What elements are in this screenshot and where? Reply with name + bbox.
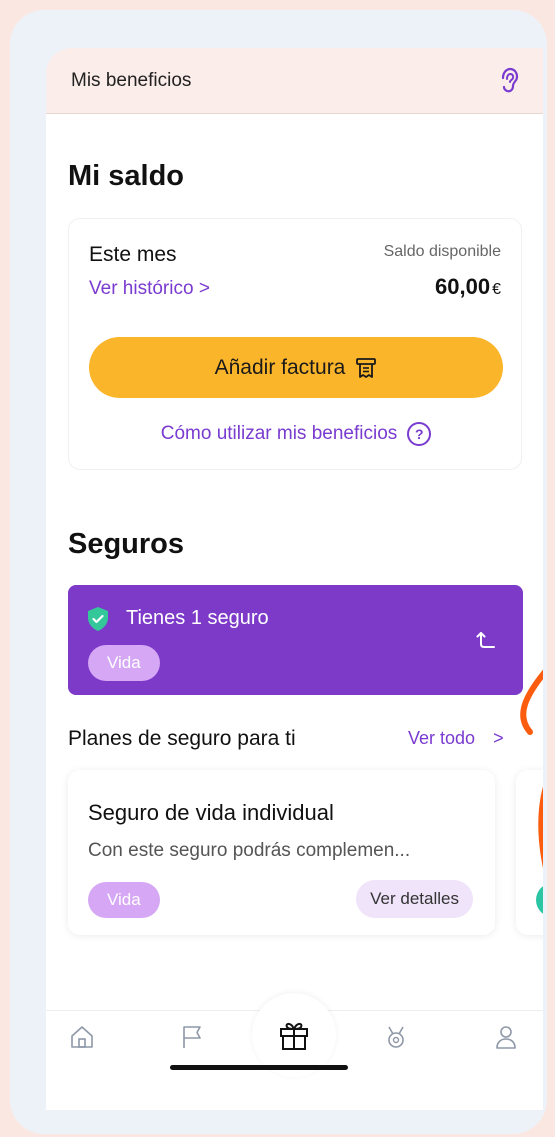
insurance-tag: Vida (88, 645, 160, 681)
how-to-use-label: Cómo utilizar mis beneficios (160, 423, 398, 444)
see-all-label: Ver todo (408, 728, 476, 748)
home-indicator (170, 1065, 348, 1070)
ear-icon[interactable] (497, 67, 521, 95)
flag-icon[interactable] (178, 1023, 206, 1051)
plan-title: Seguro de vida individual (88, 800, 334, 825)
balance-amount: 60,00 (435, 274, 491, 299)
balance-section-title: Mi saldo (68, 160, 185, 192)
gift-icon (280, 1022, 308, 1050)
available-balance-value: 60,00 € (435, 274, 501, 300)
corner-arrow-icon (476, 632, 495, 648)
bottom-tab-bar (46, 993, 543, 1110)
plans-title: Planes de seguro para ti (68, 727, 296, 750)
active-insurance-card[interactable]: Tienes 1 seguro Vida (68, 585, 523, 695)
balance-card: Este mes Ver histórico > Saldo disponibl… (68, 218, 522, 470)
see-all-plans-link[interactable]: Ver todo > (408, 728, 504, 749)
plan-tag: Vida (88, 882, 160, 918)
page-title: Mis beneficios (71, 69, 192, 91)
how-to-use-benefits-link[interactable]: Cómo utilizar mis beneficios ? (69, 422, 523, 446)
add-invoice-button[interactable]: Añadir factura (89, 337, 503, 398)
top-bar: Mis beneficios (46, 48, 543, 114)
insurance-section-title: Seguros (68, 528, 185, 560)
active-insurance-text: Tienes 1 seguro (126, 607, 269, 629)
history-link[interactable]: Ver histórico > (89, 278, 210, 300)
trophy-icon[interactable] (382, 1023, 410, 1051)
help-icon: ? (407, 422, 432, 446)
app-screen: Mis beneficios Mi saldo Este mes Ver his… (46, 48, 543, 1110)
plan-card[interactable]: Seguro de vida individual Con este segur… (68, 770, 495, 935)
view-details-button[interactable]: Ver detalles (356, 880, 473, 918)
home-icon[interactable] (68, 1023, 96, 1051)
swipe-hint-arrow-icon (520, 669, 543, 868)
chevron-right-icon: > (493, 728, 504, 748)
balance-currency: € (492, 281, 501, 298)
add-invoice-label: Añadir factura (214, 355, 346, 379)
available-balance-label: Saldo disponible (383, 243, 501, 260)
shield-check-icon (88, 607, 108, 631)
device-frame: Mis beneficios Mi saldo Este mes Ver his… (10, 10, 547, 1134)
period-label: Este mes (89, 243, 177, 266)
user-icon[interactable] (492, 1023, 520, 1051)
plan-description: Con este seguro podrás complemen... (88, 840, 411, 861)
receipt-icon (356, 357, 377, 378)
